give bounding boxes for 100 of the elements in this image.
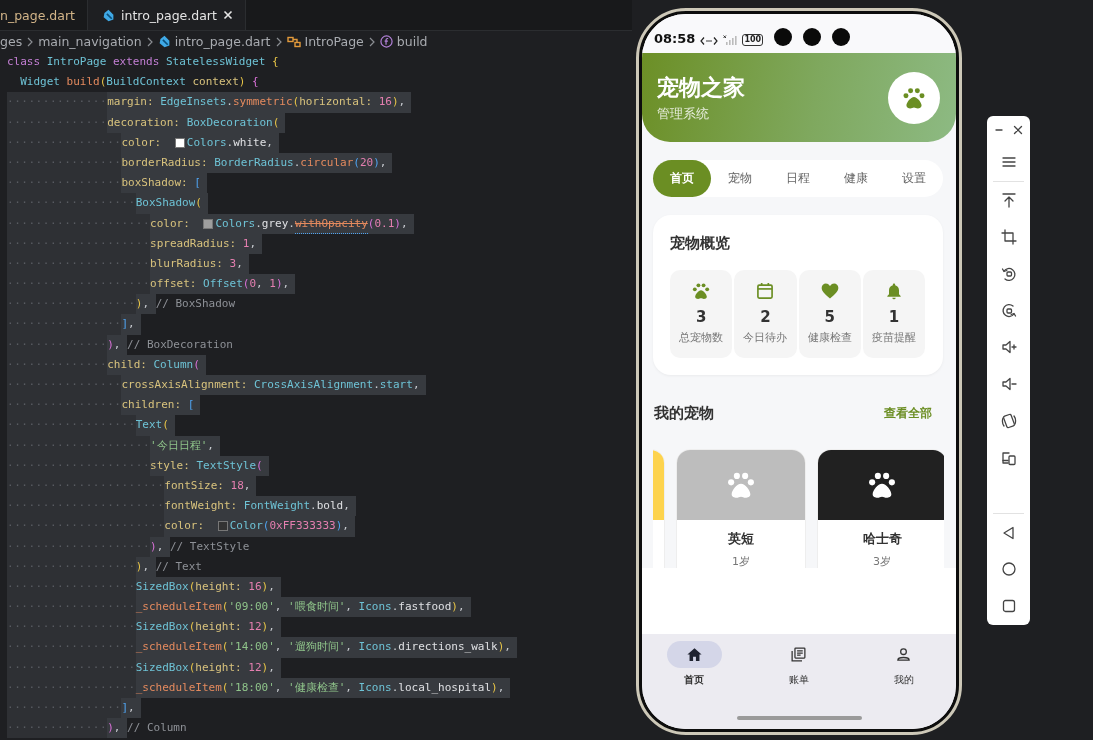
app-title: 宠物之家 bbox=[657, 73, 745, 102]
view-all-link[interactable]: 查看全部 bbox=[884, 404, 932, 422]
code-text: ), // TextStyle bbox=[150, 536, 250, 557]
whitespace-dots: ················ bbox=[7, 698, 122, 719]
whitespace-dots: ···················· bbox=[7, 213, 151, 234]
volume-up-icon[interactable] bbox=[1000, 339, 1017, 356]
camera-hole bbox=[774, 28, 793, 46]
breadcrumb-item[interactable]: main_navigation bbox=[38, 34, 142, 49]
nav-item[interactable]: 我的 bbox=[851, 641, 956, 687]
pet-name: 英短 bbox=[727, 530, 755, 548]
editor-tab[interactable]: intro_page.dart bbox=[88, 0, 246, 30]
whitespace-dots: ······················ bbox=[7, 475, 165, 497]
code-text: boxShadow: [ bbox=[121, 173, 207, 194]
breadcrumb-item[interactable]: IntroPage bbox=[304, 34, 364, 49]
camera-hole bbox=[803, 28, 822, 46]
breadcrumb-item[interactable]: ges bbox=[0, 34, 23, 49]
calendar-icon bbox=[755, 281, 776, 301]
whitespace-dots: ······················ bbox=[7, 516, 165, 537]
crop-icon[interactable] bbox=[1000, 229, 1017, 245]
rotate-left-icon[interactable] bbox=[1000, 265, 1017, 282]
code-text: color: bbox=[164, 516, 217, 537]
code-text: margin: EdgeInsets.symmetric(horizontal: 16), bbox=[107, 92, 412, 113]
whitespace-dots: ·················· bbox=[7, 677, 136, 698]
code-text: _scheduleItem('14:00', '遛狗时间', Icons.directions_walk), bbox=[135, 637, 517, 658]
tab[interactable]: 健康 bbox=[827, 160, 885, 197]
camera-hole bbox=[832, 28, 851, 46]
whitespace-dots: ·················· bbox=[7, 556, 136, 577]
code-text: _scheduleItem('09:00', '喂食时间', Icons.fastfood), bbox=[135, 597, 471, 618]
tab[interactable]: 宠物 bbox=[711, 160, 769, 197]
tab-label: n_page.dart bbox=[0, 7, 75, 23]
code-text: Color(0xFF333333), bbox=[229, 516, 355, 537]
stat-label: 健康检查 bbox=[807, 331, 852, 345]
stat-label: 今日待办 bbox=[743, 331, 788, 345]
close-icon[interactable] bbox=[1013, 125, 1023, 135]
code-text: Colors.grey.withOpacity(0.1), bbox=[215, 213, 414, 234]
stat-value: 1 bbox=[888, 307, 900, 327]
code-text: '今日日程', bbox=[150, 435, 220, 456]
whitespace-dots: ················ bbox=[7, 132, 122, 153]
code-text: child: Column( bbox=[107, 354, 206, 375]
code-text: Colors.white, bbox=[186, 132, 279, 153]
code-text: ), // BoxDecoration bbox=[107, 334, 233, 355]
overview-icon[interactable] bbox=[1000, 598, 1017, 615]
code-text: ], bbox=[121, 314, 141, 335]
dart-file-icon bbox=[102, 8, 115, 22]
stat-label: 总宠物数 bbox=[679, 331, 724, 345]
arrow-up-icon[interactable] bbox=[1000, 192, 1017, 209]
whitespace-dots: ···················· bbox=[7, 435, 151, 456]
nav-item[interactable]: 首页 bbox=[642, 641, 747, 687]
code-text: borderRadius: BorderRadius.circular(20), bbox=[121, 152, 393, 174]
chevron-right-icon bbox=[274, 36, 283, 47]
whitespace-dots: ·············· bbox=[7, 718, 108, 739]
pet-card[interactable]: 哈士奇 3岁 bbox=[817, 449, 944, 568]
whitespace-dots: ·················· bbox=[7, 637, 136, 658]
whitespace-dots: ···················· bbox=[7, 536, 151, 557]
code-text: ), // Column bbox=[107, 718, 187, 739]
chevron-right-icon bbox=[145, 36, 154, 47]
tab[interactable]: 日程 bbox=[769, 160, 827, 197]
editor-tab[interactable]: n_page.dart bbox=[0, 0, 88, 30]
person-icon bbox=[895, 646, 913, 663]
whitespace-dots: ···················· bbox=[7, 455, 151, 476]
tab[interactable]: 设置 bbox=[885, 160, 943, 197]
whitespace-dots: ················ bbox=[7, 314, 122, 335]
tab-label: intro_page.dart bbox=[121, 7, 217, 23]
whitespace-dots: ·············· bbox=[7, 92, 108, 113]
app-subtitle: 管理系统 bbox=[657, 104, 710, 123]
home-icon[interactable] bbox=[1000, 561, 1017, 578]
tilted-phone-icon[interactable] bbox=[1000, 412, 1017, 429]
breadcrumb-item[interactable]: build bbox=[396, 34, 428, 49]
whitespace-dots: ·············· bbox=[7, 334, 108, 355]
whitespace-dots: ·················· bbox=[7, 657, 136, 678]
nav-item[interactable]: 账单 bbox=[746, 641, 852, 687]
whitespace-dots: ······················ bbox=[7, 496, 165, 517]
pet-name: 哈士奇 bbox=[861, 530, 903, 548]
signal-icon bbox=[723, 35, 738, 46]
code-text: style: TextStyle( bbox=[150, 455, 269, 476]
home-icon bbox=[685, 646, 703, 663]
volume-down-icon[interactable] bbox=[1000, 376, 1017, 393]
rotate-right-icon[interactable] bbox=[1000, 302, 1017, 319]
breadcrumb-item[interactable]: intro_page.dart bbox=[174, 34, 271, 49]
status-time: 08:58 bbox=[654, 31, 696, 46]
code-text: BoxShadow( bbox=[135, 193, 208, 214]
code-text: Text( bbox=[135, 415, 175, 436]
code-text: ], bbox=[121, 698, 141, 719]
devices-icon[interactable] bbox=[1000, 449, 1017, 466]
code-text: ), // Text bbox=[135, 556, 202, 577]
code-text: color: bbox=[121, 132, 174, 153]
code-text: crossAxisAlignment: CrossAxisAlignment.start, bbox=[121, 375, 426, 396]
pet-card[interactable]: 英短 1岁 bbox=[676, 449, 806, 568]
code-text: color: bbox=[150, 213, 203, 234]
pet-age: 3岁 bbox=[872, 554, 892, 568]
stat-value: 2 bbox=[760, 307, 771, 327]
whitespace-dots: ·················· bbox=[7, 294, 136, 315]
whitespace-dots: ················ bbox=[7, 152, 122, 174]
chevron-right-icon bbox=[26, 36, 35, 47]
code-text: class IntroPage extends StatelessWidget { bbox=[7, 54, 279, 70]
method-symbol-icon bbox=[379, 35, 393, 48]
heart-icon bbox=[819, 281, 840, 301]
whitespace-dots: ···················· bbox=[7, 274, 151, 295]
code-text: SizedBox(height: 16), bbox=[135, 576, 281, 598]
tab[interactable]: 首页 bbox=[653, 160, 711, 197]
